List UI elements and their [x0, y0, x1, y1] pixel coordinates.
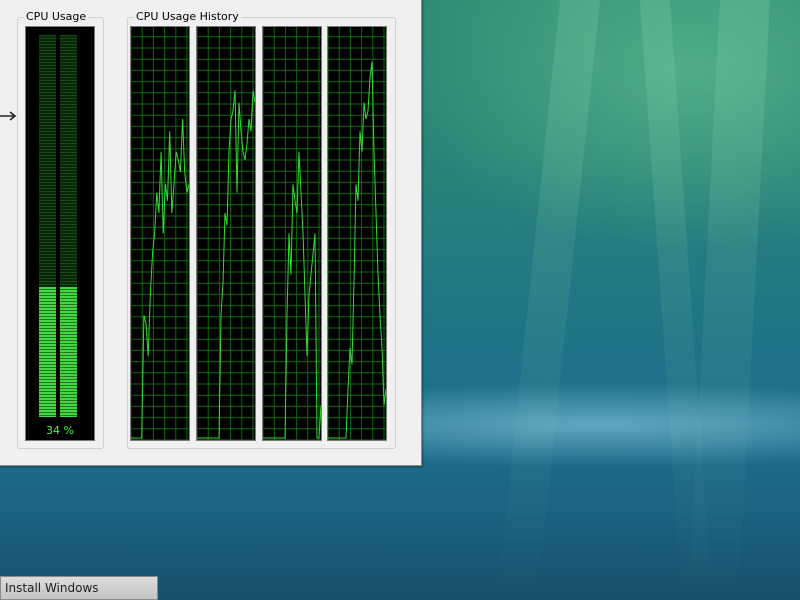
install-windows-label: Install Windows	[5, 581, 99, 595]
cpu-usage-meter: 34 %	[25, 26, 95, 441]
core-history-graph	[130, 26, 190, 441]
cpu-meter-fill	[60, 287, 77, 417]
core-history-svg	[263, 27, 321, 440]
cpu-meter-column	[60, 35, 77, 417]
cpu-usage-title: CPU Usage	[24, 10, 89, 24]
core-history-svg	[328, 27, 386, 440]
cpu-meter-fill	[39, 287, 56, 417]
core-history-graph	[262, 26, 322, 441]
cpu-usage-history-group: CPU Usage History	[127, 10, 396, 449]
core-history-graph	[196, 26, 256, 441]
desktop-light-ray	[496, 0, 600, 600]
install-windows-taskbar-button[interactable]: Install Windows	[0, 576, 158, 600]
core-history-graph	[327, 26, 387, 441]
cpu-usage-history-title: CPU Usage History	[134, 10, 241, 24]
cpu-history-line	[131, 118, 189, 439]
core-history-svg	[131, 27, 189, 440]
cpu-usage-group: CPU Usage 34 %	[17, 10, 104, 449]
resize-cursor-icon	[0, 111, 17, 121]
desktop-light-ray	[688, 0, 770, 600]
cpu-meter-column	[39, 35, 56, 417]
core-history-svg	[197, 27, 255, 440]
task-manager-performance-window: CPU Usage 34 % CPU Usage History	[0, 0, 422, 466]
cpu-history-line	[197, 90, 255, 439]
cpu-percent-label: 34 %	[46, 424, 74, 437]
